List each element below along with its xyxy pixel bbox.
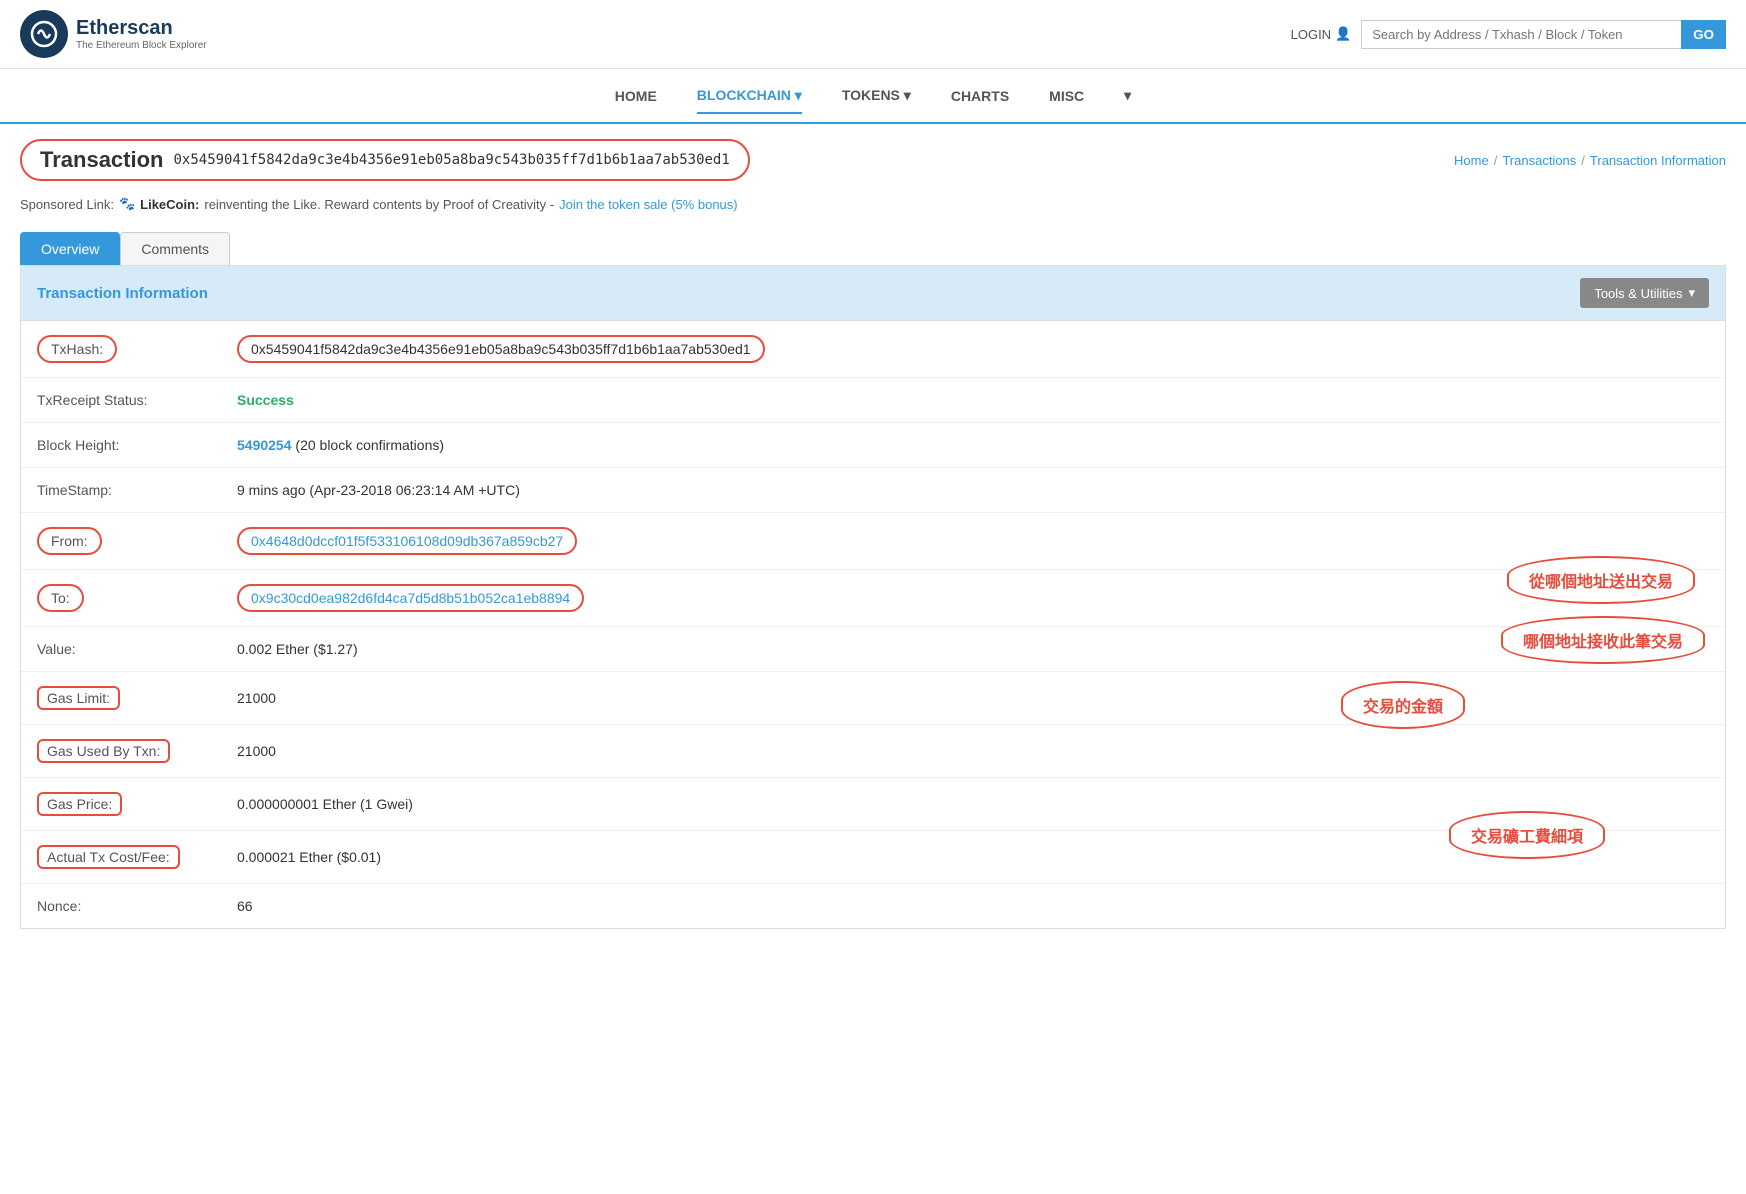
nav-tokens[interactable]: TOKENS ▾	[842, 79, 911, 112]
from-value: 0x4648d0dccf01f5f533106108d09db367a859cb…	[221, 513, 1725, 570]
tx-title-box: Transaction 0x5459041f5842da9c3e4b4356e9…	[20, 139, 750, 181]
info-panel-title: Transaction Information	[37, 285, 208, 302]
txhash-value: 0x5459041f5842da9c3e4b4356e91eb05a8ba9c5…	[221, 321, 1725, 378]
block-label: Block Height:	[21, 423, 221, 468]
search-box: GO	[1361, 20, 1726, 49]
table-row-gas-limit: Gas Limit: 21000	[21, 672, 1725, 725]
to-value: 0x9c30cd0ea982d6fd4ca7d5d8b51b052ca1eb88…	[221, 570, 1725, 627]
coin-name: LikeCoin:	[140, 197, 199, 212]
sponsored-desc: reinventing the Like. Reward contents by…	[204, 197, 554, 212]
info-panel-header: Transaction Information Tools & Utilitie…	[21, 266, 1725, 321]
person-icon: 👤	[1335, 26, 1351, 42]
coin-emoji: 🐾	[119, 196, 135, 212]
nonce-value: 66	[221, 884, 1725, 929]
gas-used-label: Gas Used By Txn:	[21, 725, 221, 778]
table-row-to: To: 0x9c30cd0ea982d6fd4ca7d5d8b51b052ca1…	[21, 570, 1725, 627]
from-address-link[interactable]: 0x4648d0dccf01f5f533106108d09db367a859cb…	[251, 533, 563, 549]
logo-title: Etherscan	[76, 17, 207, 40]
block-value: 5490254 (20 block confirmations)	[221, 423, 1725, 468]
table-row-gas-used: Gas Used By Txn: 21000	[21, 725, 1725, 778]
info-panel: Transaction Information Tools & Utilitie…	[20, 265, 1726, 929]
value-value: 0.002 Ether ($1.27)	[221, 627, 1725, 672]
sponsored-cta[interactable]: Join the token sale (5% bonus)	[559, 197, 738, 212]
header-right: LOGIN 👤 GO	[1291, 20, 1726, 49]
value-label: Value:	[21, 627, 221, 672]
tx-header: Transaction 0x5459041f5842da9c3e4b4356e9…	[20, 139, 1726, 181]
status-value: Success	[221, 378, 1725, 423]
block-confirmations: (20 block confirmations)	[295, 437, 444, 453]
sponsored-link: Sponsored Link: 🐾 LikeCoin: reinventing …	[20, 196, 1726, 212]
breadcrumb: Home / Transactions / Transaction Inform…	[1454, 153, 1726, 168]
gas-price-label: Gas Price:	[21, 778, 221, 831]
table-row-value: Value: 0.002 Ether ($1.27)	[21, 627, 1725, 672]
logo-area: Etherscan The Ethereum Block Explorer	[20, 10, 207, 58]
table-row-nonce: Nonce: 66	[21, 884, 1725, 929]
annotation-to: 哪個地址接收此筆交易	[1501, 616, 1705, 664]
actual-fee-label: Actual Tx Cost/Fee:	[21, 831, 221, 884]
breadcrumb-current: Transaction Information	[1590, 153, 1726, 168]
content-area: TxHash: 0x5459041f5842da9c3e4b4356e91eb0…	[21, 321, 1725, 928]
tools-dropdown-icon: ▾	[1688, 285, 1695, 301]
sponsored-prefix: Sponsored Link:	[20, 197, 114, 212]
tx-label: Transaction	[40, 147, 163, 173]
gas-limit-label: Gas Limit:	[21, 672, 221, 725]
annotation-fee: 交易礦工費細項	[1449, 811, 1605, 859]
table-row-timestamp: TimeStamp: 9 mins ago (Apr-23-2018 06:23…	[21, 468, 1725, 513]
table-row-from: From: 0x4648d0dccf01f5f533106108d09db367…	[21, 513, 1725, 570]
gas-limit-value: 21000	[221, 672, 1725, 725]
nav-blockchain[interactable]: BLOCKCHAIN ▾	[697, 79, 802, 114]
status-label: TxReceipt Status:	[21, 378, 221, 423]
search-input[interactable]	[1361, 20, 1681, 49]
timestamp-label: TimeStamp:	[21, 468, 221, 513]
gas-used-value: 21000	[221, 725, 1725, 778]
nav-more[interactable]: ▾	[1124, 79, 1131, 112]
tools-utilities-button[interactable]: Tools & Utilities ▾	[1580, 278, 1709, 308]
logo-text: Etherscan The Ethereum Block Explorer	[76, 17, 207, 51]
nav-home[interactable]: HOME	[615, 80, 657, 112]
txhash-label: TxHash:	[21, 321, 221, 378]
table-row-txhash: TxHash: 0x5459041f5842da9c3e4b4356e91eb0…	[21, 321, 1725, 378]
timestamp-value: 9 mins ago (Apr-23-2018 06:23:14 AM +UTC…	[221, 468, 1725, 513]
breadcrumb-home[interactable]: Home	[1454, 153, 1489, 168]
table-row-block: Block Height: 5490254 (20 block confirma…	[21, 423, 1725, 468]
logo-subtitle: The Ethereum Block Explorer	[76, 40, 207, 51]
login-button[interactable]: LOGIN 👤	[1291, 26, 1352, 42]
logo-icon[interactable]	[20, 10, 68, 58]
nav-charts[interactable]: CHARTS	[951, 80, 1009, 112]
to-address-link[interactable]: 0x9c30cd0ea982d6fd4ca7d5d8b51b052ca1eb88…	[251, 590, 570, 606]
table-row-status: TxReceipt Status: Success	[21, 378, 1725, 423]
from-label: From:	[21, 513, 221, 570]
annotation-value: 交易的金額	[1341, 681, 1465, 729]
tab-overview[interactable]: Overview	[20, 232, 120, 265]
breadcrumb-transactions[interactable]: Transactions	[1502, 153, 1576, 168]
block-number-link[interactable]: 5490254	[237, 437, 292, 453]
tools-label: Tools & Utilities	[1594, 286, 1682, 301]
nav-misc[interactable]: MISC	[1049, 80, 1084, 112]
tab-comments[interactable]: Comments	[120, 232, 230, 265]
page-content: Transaction 0x5459041f5842da9c3e4b4356e9…	[0, 124, 1746, 944]
tx-hash-header: 0x5459041f5842da9c3e4b4356e91eb05a8ba9c5…	[173, 152, 729, 168]
tabs: Overview Comments	[20, 232, 1726, 265]
nav: HOME BLOCKCHAIN ▾ TOKENS ▾ CHARTS MISC ▾	[0, 69, 1746, 124]
search-go-button[interactable]: GO	[1681, 20, 1726, 49]
annotation-from: 從哪個地址送出交易	[1507, 556, 1695, 604]
to-label: To:	[21, 570, 221, 627]
header: Etherscan The Ethereum Block Explorer LO…	[0, 0, 1746, 69]
nonce-label: Nonce:	[21, 884, 221, 929]
